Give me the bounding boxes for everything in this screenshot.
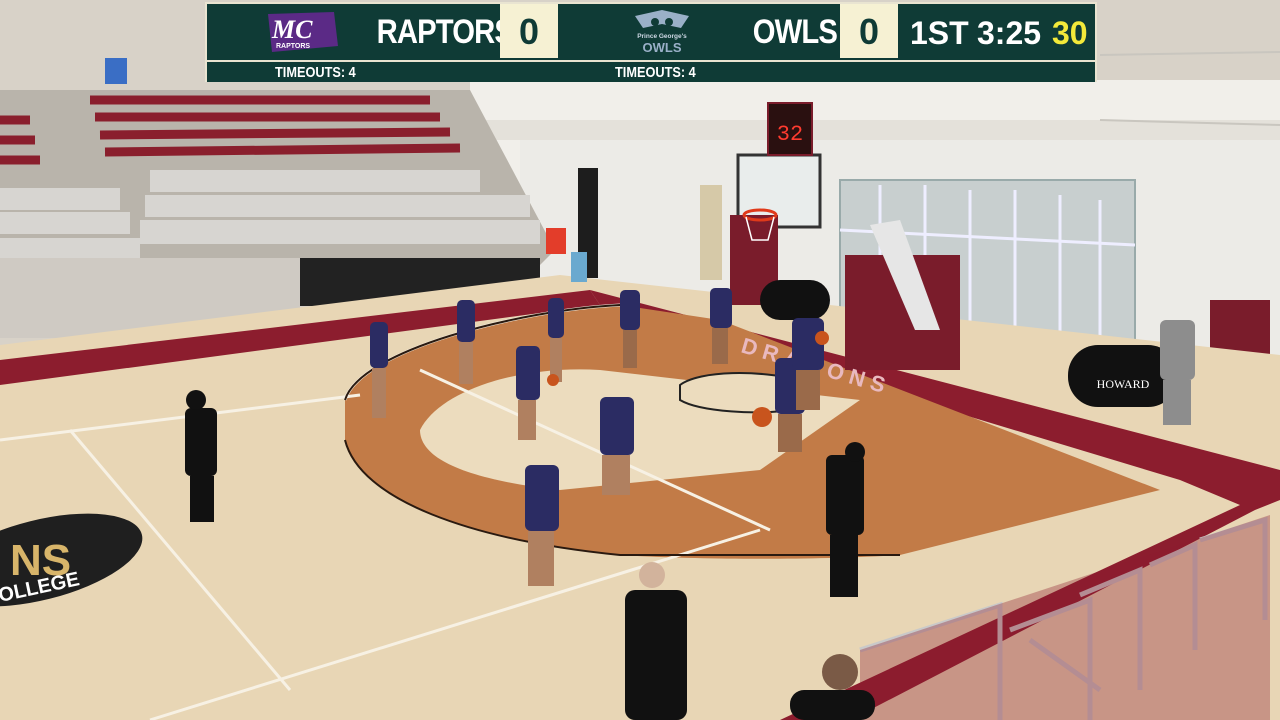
away-timeouts: TIMEOUTS: 4	[615, 64, 696, 81]
period: 1ST	[910, 15, 969, 51]
away-score: 0	[840, 4, 898, 58]
home-timeouts: TIMEOUTS: 4	[275, 64, 356, 81]
timeouts-bar: TIMEOUTS: 4 TIMEOUTS: 4	[207, 60, 1095, 82]
shot-clock-arena-display: 32	[777, 122, 803, 147]
svg-text:MC: MC	[271, 15, 313, 44]
away-team-name: OWLS	[752, 13, 838, 51]
svg-text:OWLS: OWLS	[643, 40, 682, 55]
away-team-logo: Prince George's OWLS	[625, 4, 699, 60]
game-clock: 3:25	[977, 15, 1042, 51]
home-team-name: RAPTORS	[376, 13, 514, 51]
scoreboard: MC RAPTORS RAPTORS 0 Prince George's OWL…	[205, 2, 1097, 82]
svg-text:Prince George's: Prince George's	[637, 33, 687, 40]
banner-text: HOWARD	[1097, 377, 1150, 391]
home-team-logo: MC RAPTORS	[263, 4, 343, 60]
home-score: 0	[500, 4, 558, 58]
basketball-court-scene: 32 HOWARD DRAGONS NS OLLEGE	[0, 0, 1280, 720]
owls-logo-icon: Prince George's OWLS	[635, 10, 689, 55]
svg-text:RAPTORS: RAPTORS	[276, 43, 310, 50]
shot-clock: 30	[1052, 15, 1088, 51]
basketball	[752, 407, 772, 427]
raptors-logo-icon: MC RAPTORS	[268, 12, 338, 52]
